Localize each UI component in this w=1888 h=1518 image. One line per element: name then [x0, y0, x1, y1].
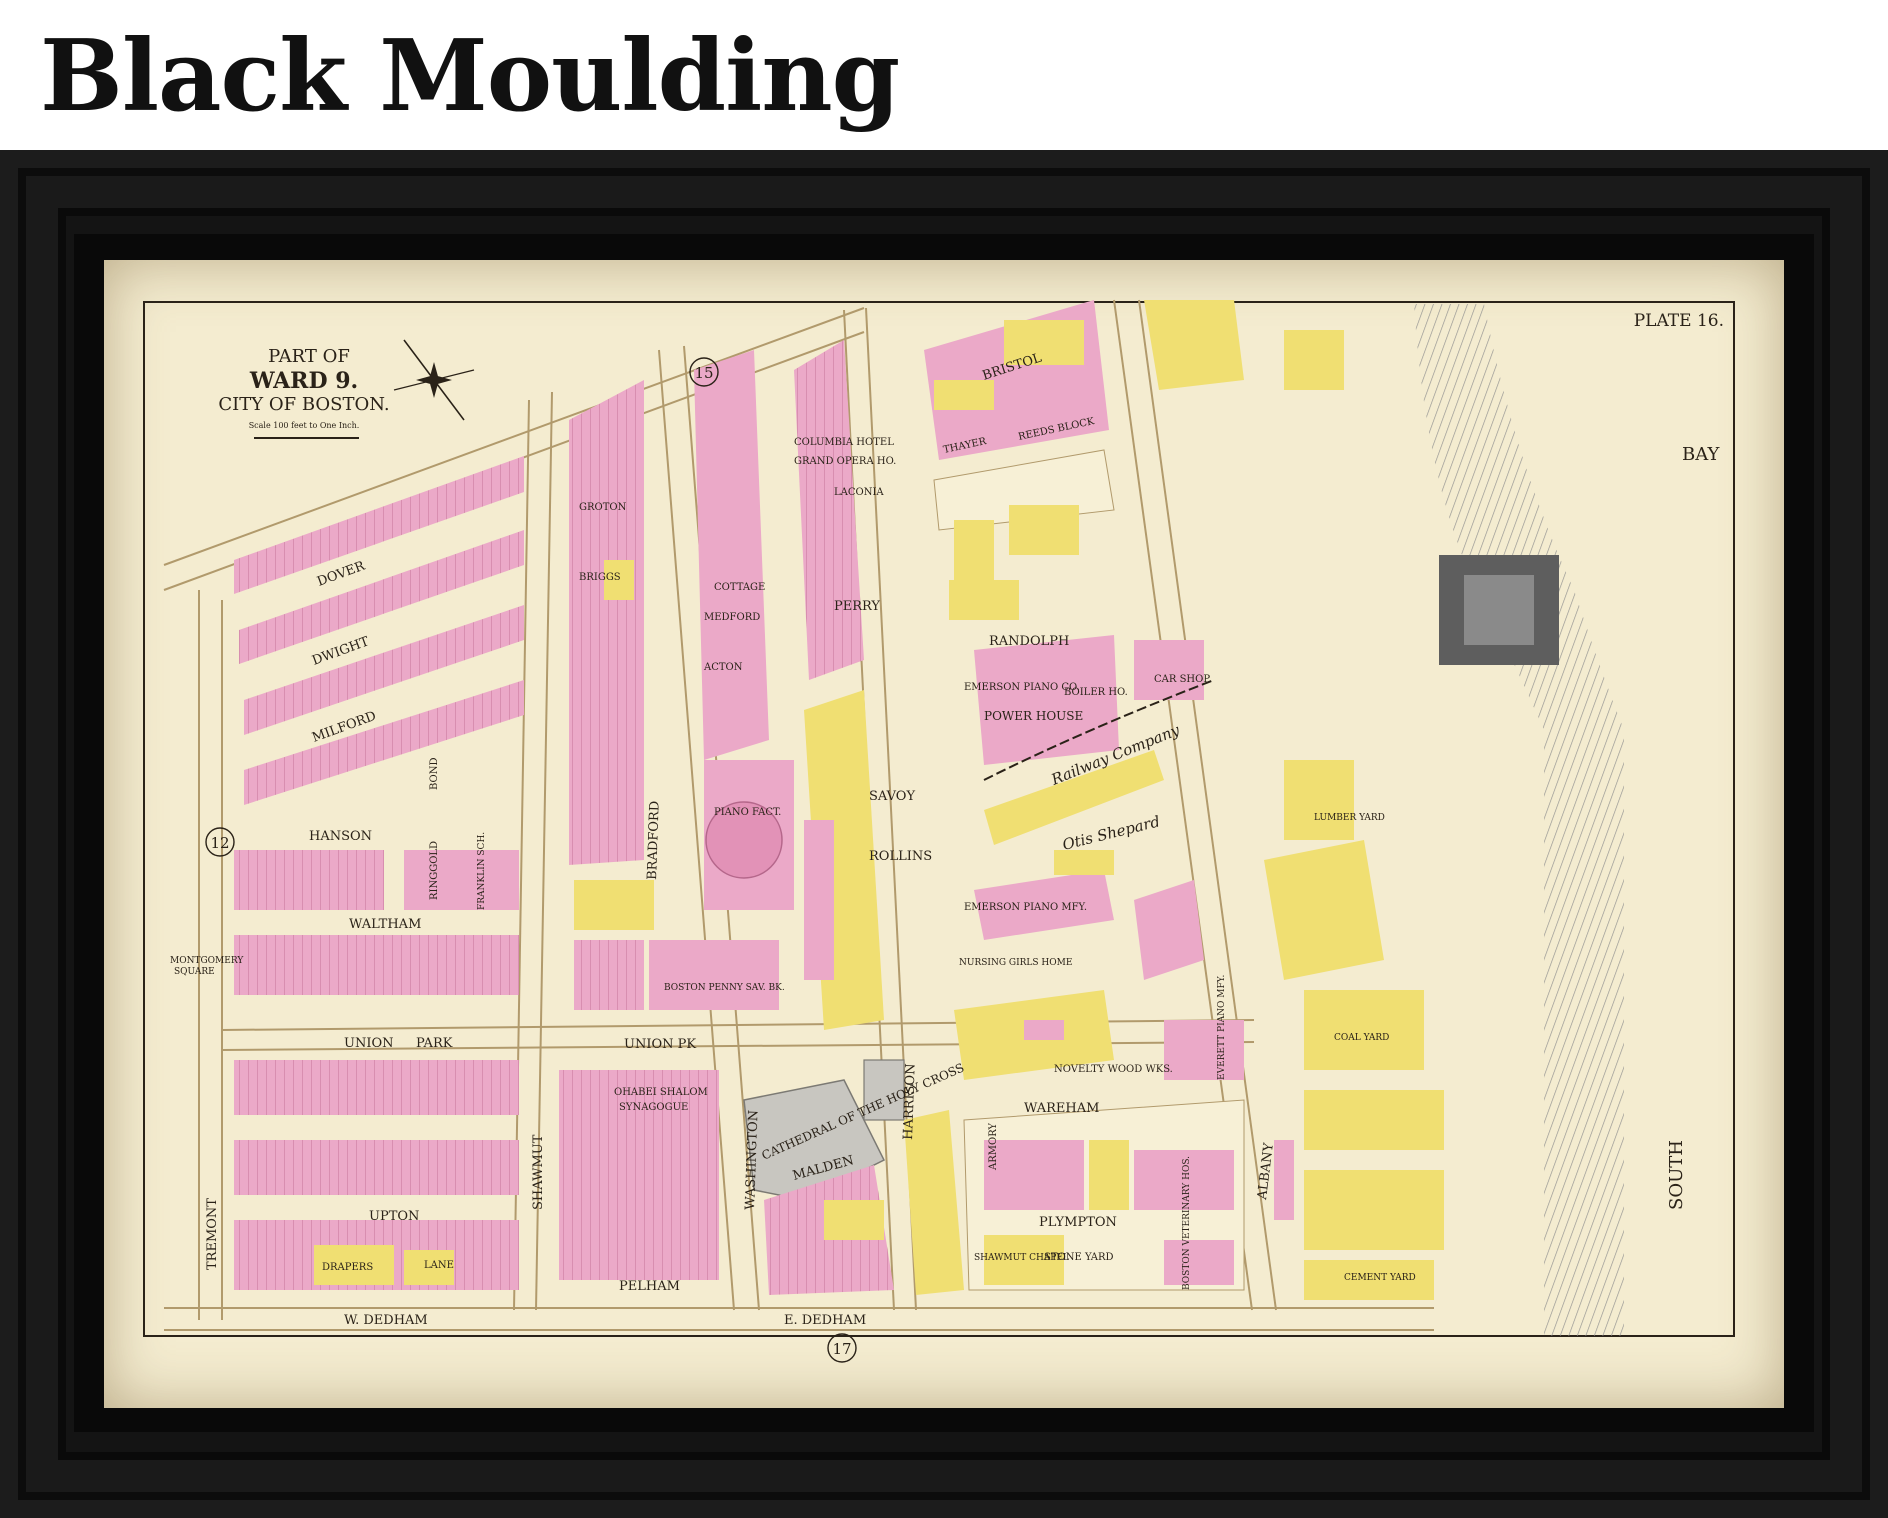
harbor-wharves	[1414, 304, 1624, 1336]
page-header: Black Moulding	[0, 0, 1888, 150]
street-ringgold: RINGGOLD	[429, 841, 440, 900]
street-medford: MEDFORD	[704, 612, 760, 623]
columbia-hotel-label: COLUMBIA HOTEL	[794, 437, 894, 448]
cartouche-city: CITY OF BOSTON.	[218, 394, 389, 415]
south-bay-bay: BAY	[1682, 444, 1720, 465]
montgomery-label: MONTGOMERY	[170, 956, 244, 966]
street-hanson: HANSON	[309, 829, 372, 844]
street-plympton: PLYMPTON	[1039, 1215, 1117, 1230]
ohabei-label: OHABEI SHALOM	[614, 1087, 708, 1098]
cartouche-ward: WARD 9.	[249, 368, 358, 394]
cartouche-part-of: PART OF	[268, 346, 350, 367]
street-perry: PERRY	[834, 599, 880, 614]
street-upton: UPTON	[369, 1209, 419, 1224]
street-acton: ACTON	[703, 662, 743, 673]
street-pelham: PELHAM	[619, 1279, 680, 1294]
otis-shepard-label: Otis Shepard	[1061, 812, 1162, 854]
ward-number-west: 12	[210, 834, 229, 852]
street-waltham: WALTHAM	[349, 917, 421, 932]
street-bradford: BRADFORD	[645, 801, 663, 881]
emerson-piano-label: EMERSON PIANO CO.	[964, 682, 1080, 693]
lumber-yard-label: LUMBER YARD	[1314, 813, 1385, 823]
ward-map: PART OF WARD 9. CITY OF BOSTON. Scale 10…	[143, 299, 1735, 1363]
black-picture-frame: PART OF WARD 9. CITY OF BOSTON. Scale 10…	[0, 150, 1888, 1518]
street-park: PARK	[416, 1036, 453, 1051]
emerson-mfy-label: EMERSON PIANO MFY.	[964, 902, 1087, 913]
power-house-label: POWER HOUSE	[984, 709, 1083, 723]
street-bond: BOND	[429, 758, 440, 791]
boiler-label: BOILER HO.	[1064, 687, 1128, 698]
street-shawmut: SHAWMUT	[531, 1134, 546, 1210]
ward-number-north: 15	[694, 364, 713, 382]
street-lane: LANE	[424, 1260, 454, 1271]
boston-penny-label: BOSTON PENNY SAV. BK.	[664, 983, 785, 993]
street-union: UNION	[344, 1036, 394, 1051]
car-shop-label: CAR SHOP	[1154, 674, 1210, 685]
street-albany: ALBANY	[1255, 1142, 1277, 1202]
stone-yard-label: STONE YARD	[1044, 1252, 1114, 1263]
compass-rose-icon	[393, 339, 475, 421]
street-w-dedham: W. DEDHAM	[344, 1313, 428, 1328]
ward-number-south: 17	[832, 1340, 851, 1358]
street-rollins: ROLLINS	[869, 849, 932, 864]
street-harrison: HARRISON	[901, 1063, 919, 1140]
street-drapers: DRAPERS	[322, 1262, 373, 1273]
cement-yard-label: CEMENT YARD	[1344, 1273, 1416, 1283]
page-title: Black Moulding	[40, 19, 900, 134]
street-cottage: COTTAGE	[714, 582, 765, 593]
cartouche-scale: Scale 100 feet to One Inch.	[249, 421, 360, 430]
square-label: SQUARE	[174, 967, 215, 977]
franklin-sch-label: FRANKLIN SCH.	[477, 832, 487, 910]
armory-label: ARMORY	[988, 1123, 999, 1171]
map-cartouche: PART OF WARD 9. CITY OF BOSTON. Scale 10…	[218, 346, 390, 439]
south-bay-south: SOUTH	[1666, 1140, 1687, 1210]
everett-piano-label: EVERETT PIANO MFY.	[1217, 975, 1227, 1080]
grand-opera-label: GRAND OPERA HO.	[794, 456, 896, 467]
map-print: PART OF WARD 9. CITY OF BOSTON. Scale 10…	[104, 260, 1784, 1408]
street-groton: GROTON	[579, 502, 627, 513]
nursing-label: NURSING GIRLS HOME	[959, 958, 1072, 968]
street-savoy: SAVOY	[869, 789, 915, 804]
street-e-dedham: E. DEDHAM	[784, 1313, 866, 1328]
piano-fact-label: PIANO FACT.	[714, 807, 781, 818]
street-tremont: TREMONT	[205, 1198, 220, 1270]
street-briggs: BRIGGS	[579, 572, 621, 583]
plate-label: PLATE 16.	[1634, 311, 1724, 331]
street-wareham: WAREHAM	[1024, 1101, 1099, 1116]
novelty-label: NOVELTY WOOD WKS.	[1054, 1064, 1173, 1075]
synagogue-label: SYNAGOGUE	[619, 1102, 688, 1113]
coal-yard-label: COAL YARD	[1334, 1033, 1389, 1043]
street-union-pk: UNION PK	[624, 1037, 696, 1052]
street-dover: DOVER	[315, 558, 368, 589]
street-randolph: RANDOLPH	[989, 634, 1069, 649]
boston-vet-label: BOSTON VETERINARY HOS.	[1182, 1156, 1192, 1290]
street-washington: WASHINGTON	[743, 1110, 761, 1210]
street-laconia: LACONIA	[834, 487, 884, 498]
